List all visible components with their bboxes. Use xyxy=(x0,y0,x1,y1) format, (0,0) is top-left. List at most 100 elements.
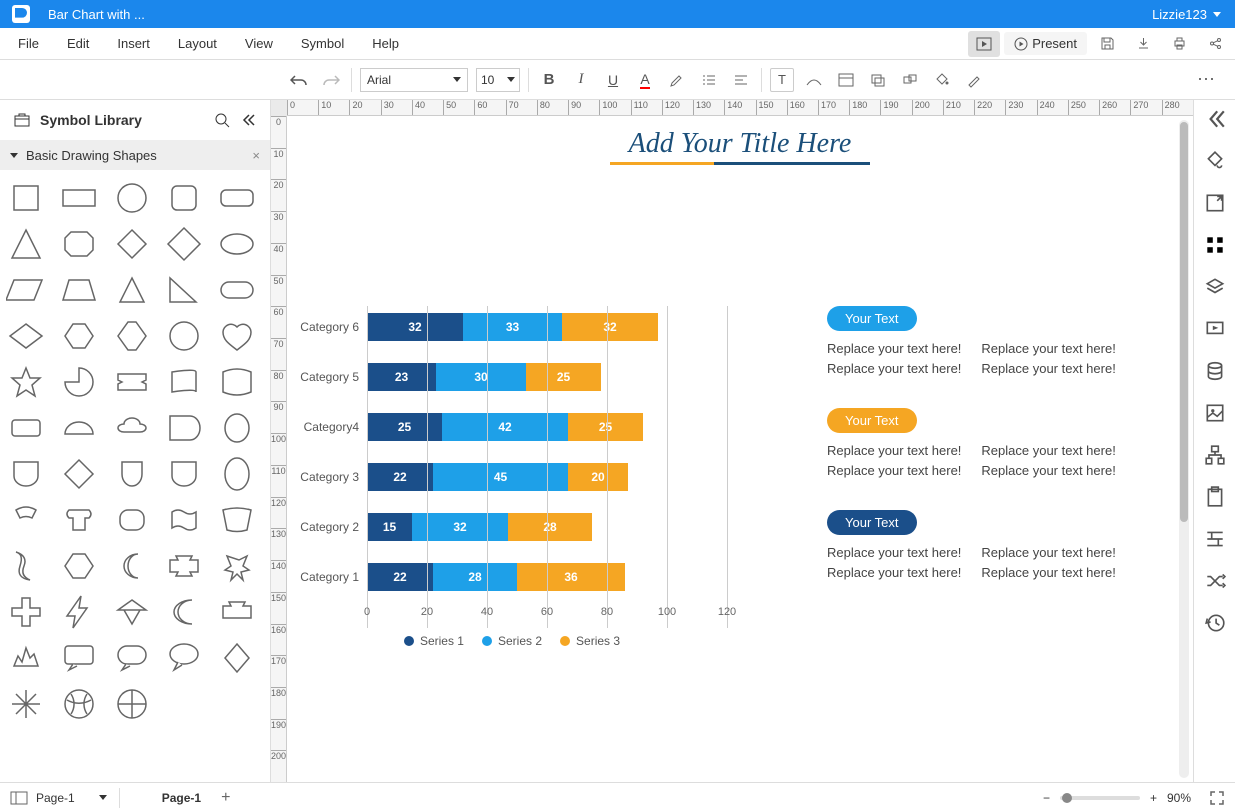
close-icon[interactable]: × xyxy=(252,148,260,163)
clipboard-icon[interactable] xyxy=(1204,486,1226,508)
italic-icon[interactable]: I xyxy=(569,68,593,92)
text-color-icon[interactable]: A xyxy=(633,68,657,92)
shape-32[interactable] xyxy=(112,454,159,494)
shape-50[interactable] xyxy=(6,638,53,678)
placeholder-text[interactable]: Replace your text here! xyxy=(827,563,961,583)
app-logo[interactable] xyxy=(12,5,30,23)
shape-45[interactable] xyxy=(6,592,53,632)
fullscreen-icon[interactable] xyxy=(1209,790,1225,806)
list-icon[interactable] xyxy=(697,68,721,92)
align-icon[interactable] xyxy=(1204,528,1226,550)
text-badge[interactable]: Your Text xyxy=(827,408,917,433)
shape-13[interactable] xyxy=(164,270,211,310)
zoom-out-button[interactable]: − xyxy=(1043,791,1050,805)
export-icon[interactable] xyxy=(1204,192,1226,214)
menu-view[interactable]: View xyxy=(231,30,287,57)
grid-icon[interactable] xyxy=(1204,234,1226,256)
preview-button[interactable] xyxy=(968,31,1000,57)
shape-18[interactable] xyxy=(164,316,211,356)
page-canvas[interactable]: Add Your Title Here Category 6323332Cate… xyxy=(287,116,1193,782)
shape-57[interactable] xyxy=(112,684,159,724)
shape-37[interactable] xyxy=(112,500,159,540)
shape-22[interactable] xyxy=(112,362,159,402)
shape-54[interactable] xyxy=(217,638,264,678)
page-select[interactable]: Page-1 xyxy=(36,791,107,805)
shape-56[interactable] xyxy=(59,684,106,724)
shape-23[interactable] xyxy=(164,362,211,402)
legend-item[interactable]: Series 2 xyxy=(482,634,542,648)
redo-icon[interactable] xyxy=(319,68,343,92)
shape-39[interactable] xyxy=(217,500,264,540)
shape-38[interactable] xyxy=(164,500,211,540)
shape-21[interactable] xyxy=(59,362,106,402)
shape-42[interactable] xyxy=(112,546,159,586)
layers-icon[interactable] xyxy=(1204,276,1226,298)
menu-symbol[interactable]: Symbol xyxy=(287,30,358,57)
legend-item[interactable]: Series 1 xyxy=(404,634,464,648)
placeholder-text[interactable]: Replace your text here! xyxy=(981,543,1115,563)
placeholder-text[interactable]: Replace your text here! xyxy=(981,563,1115,583)
shape-25[interactable] xyxy=(6,408,53,448)
shape-26[interactable] xyxy=(59,408,106,448)
container-icon[interactable] xyxy=(834,68,858,92)
download-icon[interactable] xyxy=(1127,31,1159,57)
shape-9[interactable] xyxy=(217,224,264,264)
shape-31[interactable] xyxy=(59,454,106,494)
shape-2[interactable] xyxy=(112,178,159,218)
shape-7[interactable] xyxy=(112,224,159,264)
shape-52[interactable] xyxy=(112,638,159,678)
shape-51[interactable] xyxy=(59,638,106,678)
shape-17[interactable] xyxy=(112,316,159,356)
shape-6[interactable] xyxy=(59,224,106,264)
group-icon[interactable] xyxy=(898,68,922,92)
placeholder-text[interactable]: Replace your text here! xyxy=(827,359,961,379)
menu-help[interactable]: Help xyxy=(358,30,413,57)
zoom-in-button[interactable]: + xyxy=(1150,791,1157,805)
page-title[interactable]: Add Your Title Here xyxy=(287,116,1193,162)
shape-4[interactable] xyxy=(217,178,264,218)
menu-insert[interactable]: Insert xyxy=(103,30,164,57)
shape-0[interactable] xyxy=(6,178,53,218)
menu-edit[interactable]: Edit xyxy=(53,30,103,57)
shape-34[interactable] xyxy=(217,454,264,494)
shape-12[interactable] xyxy=(112,270,159,310)
shape-5[interactable] xyxy=(6,224,53,264)
menu-layout[interactable]: Layout xyxy=(164,30,231,57)
shape-40[interactable] xyxy=(6,546,53,586)
connector-icon[interactable] xyxy=(802,68,826,92)
shape-43[interactable] xyxy=(164,546,211,586)
shape-3[interactable] xyxy=(164,178,211,218)
font-select[interactable]: Arial xyxy=(360,68,468,92)
shape-16[interactable] xyxy=(59,316,106,356)
font-size-select[interactable]: 10 xyxy=(476,68,520,92)
shape-10[interactable] xyxy=(6,270,53,310)
bar-chart[interactable]: Category 6323332Category 5233025Category… xyxy=(287,306,737,648)
shape-27[interactable] xyxy=(112,408,159,448)
add-page-button[interactable]: + xyxy=(221,789,230,807)
shape-35[interactable] xyxy=(6,500,53,540)
shape-48[interactable] xyxy=(164,592,211,632)
shape-19[interactable] xyxy=(217,316,264,356)
category-header[interactable]: Basic Drawing Shapes × xyxy=(0,140,270,170)
shape-24[interactable] xyxy=(217,362,264,402)
shape-41[interactable] xyxy=(59,546,106,586)
zoom-slider[interactable] xyxy=(1060,796,1140,800)
placeholder-text[interactable]: Replace your text here! xyxy=(827,543,961,563)
save-icon[interactable] xyxy=(1091,31,1123,57)
shape-28[interactable] xyxy=(164,408,211,448)
shape-47[interactable] xyxy=(112,592,159,632)
shape-46[interactable] xyxy=(59,592,106,632)
scrollbar-v[interactable] xyxy=(1179,120,1189,778)
search-icon[interactable] xyxy=(215,113,230,128)
image-icon[interactable] xyxy=(1204,402,1226,424)
shape-49[interactable] xyxy=(217,592,264,632)
shape-29[interactable] xyxy=(217,408,264,448)
pages-icon[interactable] xyxy=(10,791,28,805)
text-box-icon[interactable]: T xyxy=(770,68,794,92)
placeholder-text[interactable]: Replace your text here! xyxy=(981,359,1115,379)
shape-14[interactable] xyxy=(217,270,264,310)
slideshow-icon[interactable] xyxy=(1204,318,1226,340)
highlight-icon[interactable] xyxy=(665,68,689,92)
more-icon[interactable]: ⋯ xyxy=(1197,69,1227,90)
shape-44[interactable] xyxy=(217,546,264,586)
